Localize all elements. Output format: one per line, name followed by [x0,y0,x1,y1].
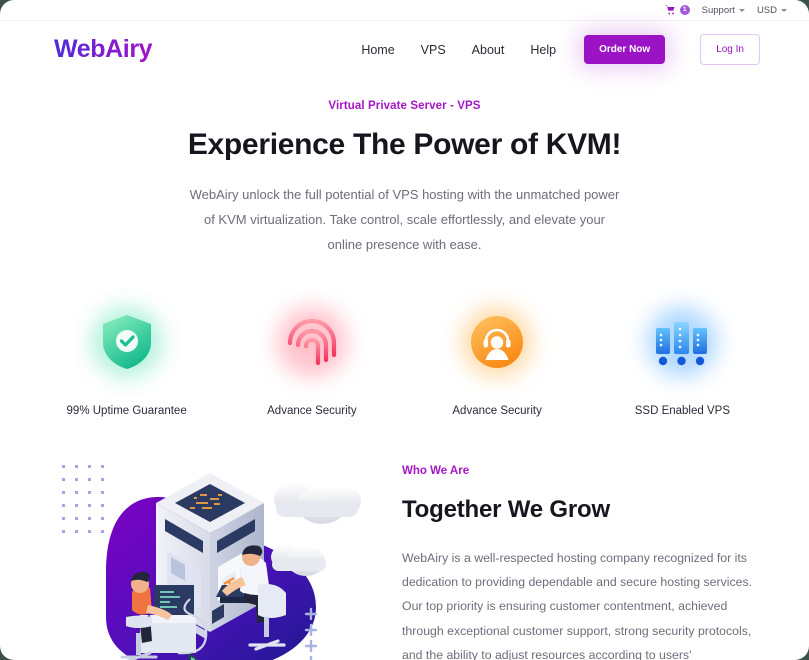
order-now-button[interactable]: Order Now [584,35,666,64]
site-header: WebAiry Home VPS About Help Order Now Lo… [0,21,809,78]
nav-item-about[interactable]: About [472,43,505,57]
about-copy: Who We Are Together We Grow WebAiry is a… [402,457,763,660]
logo[interactable]: WebAiry [54,35,153,64]
server-rack-icon [639,299,725,385]
feature-label: Advance Security [452,405,542,417]
shield-check-icon [84,299,170,385]
hero-section: Virtual Private Server - VPS Experience … [0,78,809,257]
cart-icon [664,4,677,16]
about-body: WebAiry is a well-respected hosting comp… [402,551,753,660]
feature-advance-security-1: Advance Security [219,299,404,417]
hero-title: Experience The Power of KVM! [187,128,622,161]
log-in-button[interactable]: Log In [700,34,760,65]
feature-label: 99% Uptime Guarantee [66,405,187,417]
isometric-datacenter-illustration [44,457,392,660]
page-root: 1 Support USD WebAiry Home VPS About Hel… [0,0,809,660]
nav-item-vps[interactable]: VPS [421,43,446,57]
cart-button[interactable]: 1 [664,4,690,16]
feature-ssd-vps: SSD Enabled VPS [590,299,775,417]
currency-dropdown[interactable]: USD [757,5,787,16]
chevron-down-icon [738,8,745,12]
feature-label: SSD Enabled VPS [634,405,730,417]
nav-item-help[interactable]: Help [530,43,556,57]
main-navigation: Home VPS About Help Order Now Log In [361,34,760,65]
support-dropdown[interactable]: Support [702,5,745,16]
headset-support-icon [454,299,540,385]
fingerprint-icon [269,299,355,385]
about-section: Who We Are Together We Grow WebAiry is a… [0,457,809,660]
hero-subtitle: WebAiry unlock the full potential of VPS… [189,187,620,252]
support-label: Support [701,4,735,16]
feature-label: Advance Security [267,405,357,417]
dot-grid-decoration [62,465,104,533]
cart-count-badge: 1 [679,5,690,15]
nav-item-home[interactable]: Home [361,43,394,57]
about-eyebrow: Who We Are [402,465,470,477]
feature-uptime: 99% Uptime Guarantee [34,299,219,417]
currency-label: USD [756,4,777,16]
chevron-down-icon [781,8,787,12]
features-row: 99% Uptime Guarantee Advance Security Ad… [0,299,809,417]
feature-advance-security-2: Advance Security [405,299,590,417]
utility-topbar: 1 Support USD [0,0,809,21]
hero-eyebrow: Virtual Private Server - VPS [328,100,481,112]
cloud-icon [274,482,361,524]
about-title: Together We Grow [402,496,610,523]
